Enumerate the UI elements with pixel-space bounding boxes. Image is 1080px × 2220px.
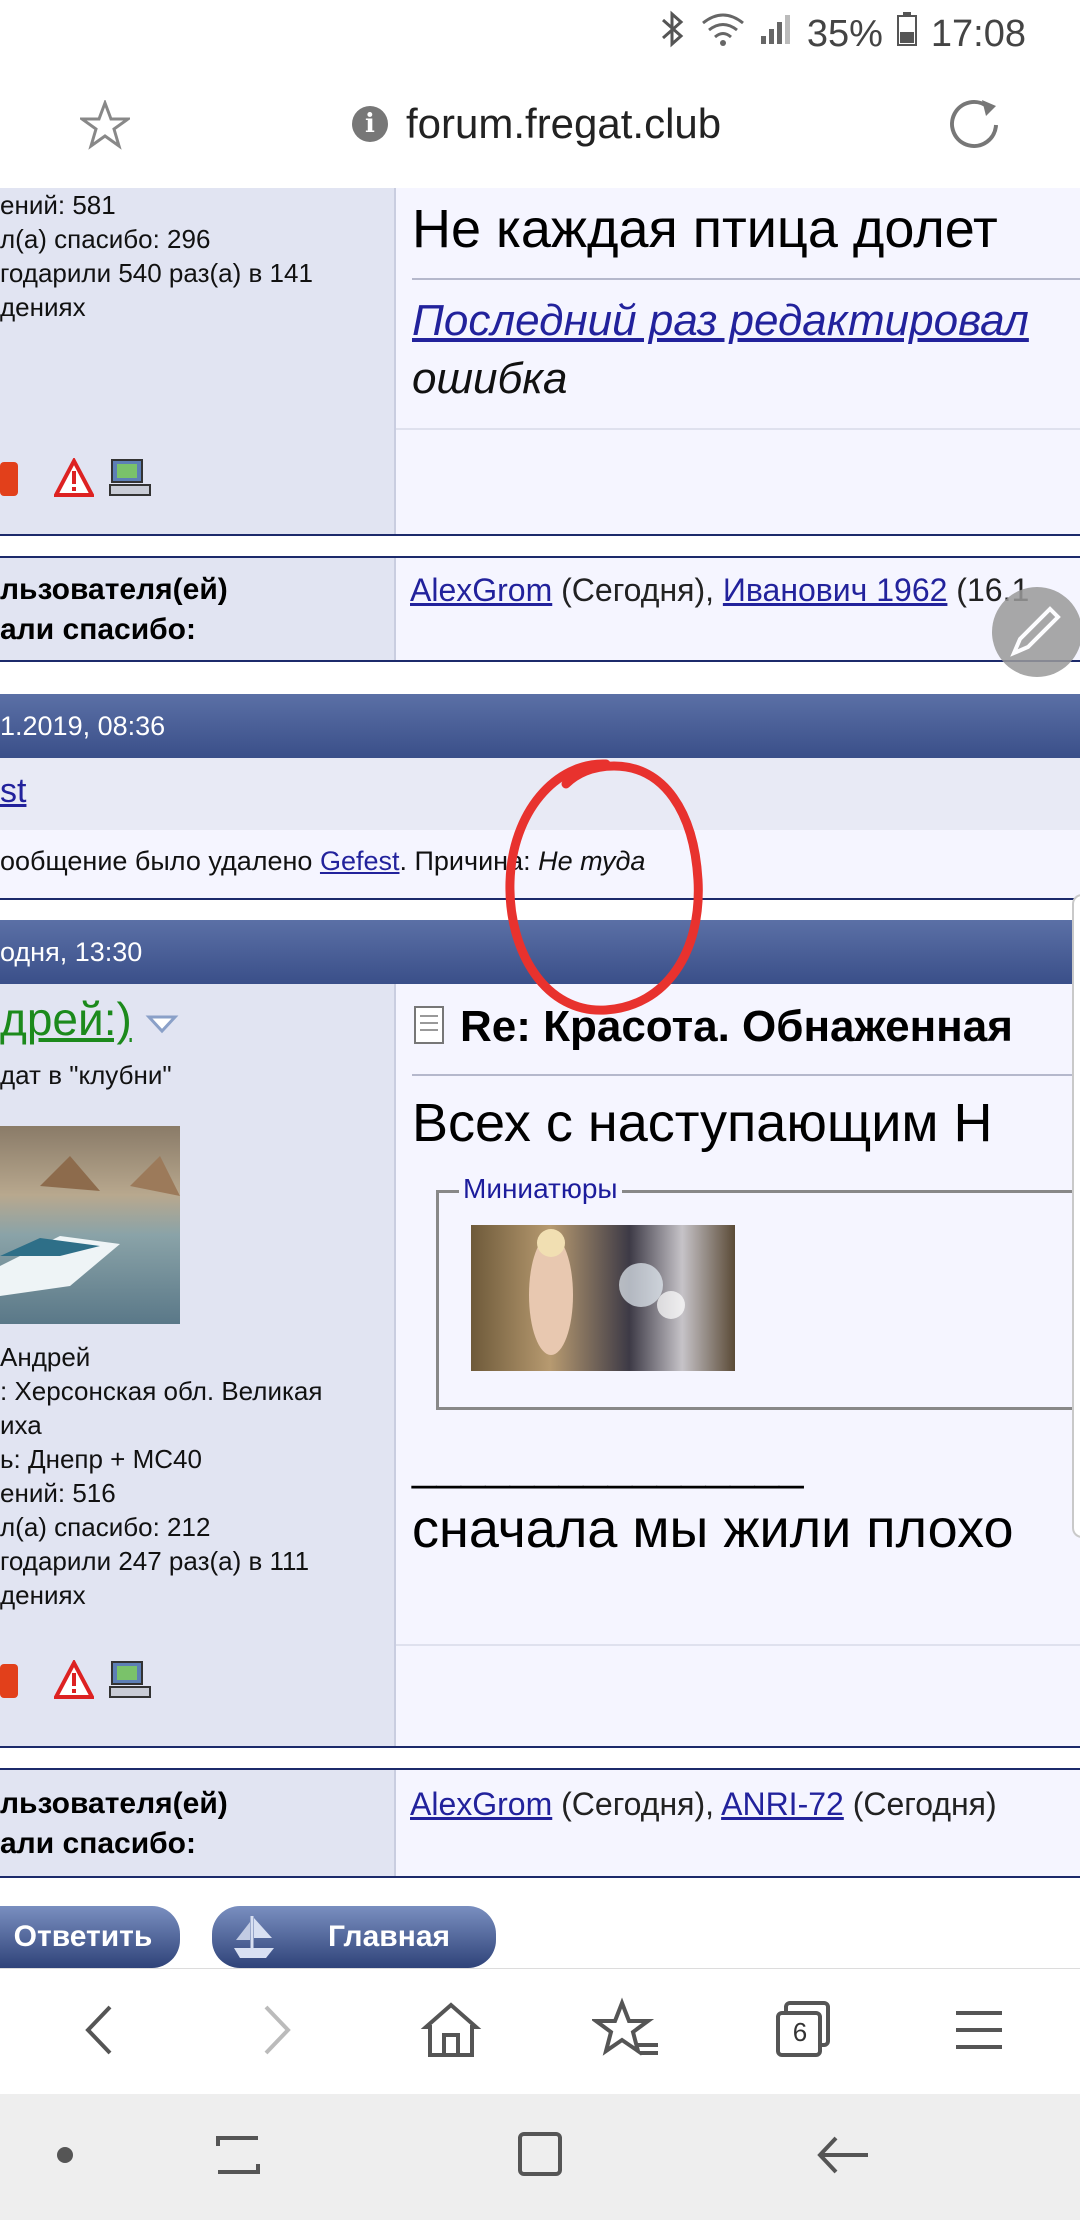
deleted-post-author-link[interactable]: st — [0, 772, 26, 811]
thanks1-label: льзователя(ей) али спасибо: — [0, 558, 396, 660]
thanks-user-link[interactable]: AlexGrom — [410, 572, 552, 608]
user-menu-dropdown-icon[interactable] — [145, 993, 179, 1045]
attachment-thumbnail[interactable] — [471, 1225, 735, 1371]
signature-separator: ________________ — [412, 1441, 804, 1490]
post2-user-icons — [0, 1658, 151, 1700]
user-avatar[interactable] — [0, 1126, 180, 1324]
post2-content: Re: Красота. Обнаженная Всех с наступающ… — [396, 984, 1080, 1746]
thanks2-users: AlexGrom (Сегодня), ANRI-72 (Сегодня) — [396, 1770, 1080, 1876]
post-document-icon — [412, 1004, 448, 1051]
status-bar: 35% 17:08 — [0, 0, 1080, 66]
pencil-icon — [992, 606, 1080, 681]
post1-content: Не каждая птица долет Последний раз реда… — [396, 188, 1080, 534]
tabs-button[interactable]: 6 — [768, 1995, 838, 2065]
clock: 17:08 — [930, 12, 1026, 55]
address-field[interactable]: i forum.fregat.club — [352, 100, 721, 148]
thumbnails-legend: Миниатюры — [459, 1173, 622, 1205]
post1-userinfo: ений: 581 л(а) спасибо: 296 годарили 540… — [0, 188, 396, 534]
bluetooth-icon — [659, 10, 687, 58]
forward-button[interactable] — [240, 1995, 310, 2065]
bookmark-star-icon[interactable] — [77, 98, 133, 155]
signal-icon — [759, 12, 793, 56]
page-scroll-indicator[interactable] — [1072, 894, 1080, 1538]
edit-reason: ошибка — [412, 354, 568, 403]
post2-user-details: Андрей : Херсонская обл. Великая иха ь: … — [0, 1342, 323, 1610]
reply-button[interactable]: Ответить — [0, 1906, 180, 1968]
browser-url-bar: i forum.fregat.club — [0, 66, 1080, 189]
post2-username[interactable]: дрей:) — [0, 992, 179, 1046]
reload-icon[interactable] — [948, 98, 1002, 157]
home-square-icon[interactable] — [506, 2120, 576, 2190]
thumbnails-fieldset: Миниатюры — [436, 1173, 1080, 1410]
thanks-user-link[interactable]: AlexGrom — [410, 1786, 552, 1822]
red-circle-annotation — [505, 759, 703, 1015]
thanks-user-link[interactable]: Иванович 1962 — [723, 572, 948, 608]
post2-userinfo: дрей:) дат в "клубни" Андрей : Херсонска… — [0, 984, 396, 1746]
system-nav-bar — [0, 2094, 1080, 2220]
signature: сначала мы жили плохо — [412, 1499, 1014, 1559]
info-icon[interactable]: i — [352, 106, 388, 142]
edit-note-link[interactable]: Последний раз редактировал — [412, 296, 1029, 345]
report-warning-icon[interactable] — [52, 1658, 96, 1700]
menu-icon[interactable] — [944, 1995, 1014, 2065]
thanks1-users: AlexGrom (Сегодня), Иванович 1962 (16.1 — [396, 558, 1080, 660]
deleted-post-date-header: 1.2019, 08:36 — [0, 694, 1080, 758]
post1-edit-note: Последний раз редактировал ошибка — [412, 292, 1029, 408]
offline-status-icon — [0, 1660, 40, 1700]
browser-nav-bar: 6 — [0, 1968, 1080, 2095]
ship-icon — [230, 1912, 278, 1968]
report-warning-icon[interactable] — [52, 456, 96, 498]
battery-percent: 35% — [806, 12, 883, 55]
post1-text: Не каждая птица долет — [412, 199, 998, 259]
dot-indicator-icon — [30, 2120, 100, 2190]
computer-icon[interactable] — [108, 458, 151, 498]
offline-status-icon — [0, 458, 40, 498]
user-title: дат в "клубни" — [0, 1060, 172, 1090]
computer-icon[interactable] — [108, 1660, 151, 1700]
moderator-link[interactable]: Gefest — [320, 846, 400, 876]
post1-stats: ений: 581 л(а) спасибо: 296 годарили 540… — [0, 190, 313, 322]
tabs-count: 6 — [792, 2017, 808, 2047]
url-text: forum.fregat.club — [406, 100, 722, 147]
wifi-icon — [701, 11, 745, 57]
battery-icon — [896, 12, 917, 56]
system-back-icon[interactable] — [808, 2120, 878, 2190]
home-button[interactable]: Главная — [212, 1906, 496, 1968]
post2-body: Всех с наступающим Н — [412, 1093, 993, 1153]
forum-thread: ений: 581 л(а) спасибо: 296 годарили 540… — [0, 188, 1080, 1968]
back-button[interactable] — [66, 1995, 136, 2065]
recent-apps-icon[interactable] — [204, 2120, 274, 2190]
thanks2-label: льзователя(ей) али спасибо: — [0, 1770, 396, 1876]
thanks-user-link[interactable]: ANRI-72 — [721, 1786, 844, 1822]
floating-edit-button[interactable] — [992, 587, 1080, 677]
post1-user-icons — [0, 456, 151, 498]
bookmarks-icon[interactable] — [589, 1995, 662, 2065]
home-icon[interactable] — [416, 1995, 486, 2065]
